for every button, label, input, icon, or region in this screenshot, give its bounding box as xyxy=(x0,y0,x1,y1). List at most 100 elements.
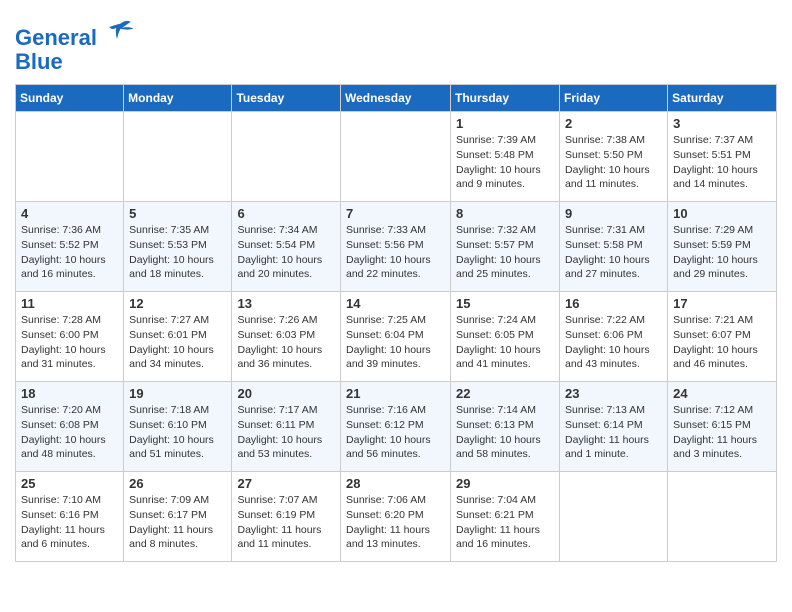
calendar-cell: 1 Sunrise: 7:39 AM Sunset: 5:48 PM Daylig… xyxy=(451,112,560,202)
day-number: 15 xyxy=(456,296,554,311)
day-info: Sunrise: 7:09 AM Sunset: 6:17 PM Dayligh… xyxy=(129,493,226,552)
calendar-cell: 27 Sunrise: 7:07 AM Sunset: 6:19 PM Dayli… xyxy=(232,472,341,562)
day-info: Sunrise: 7:31 AM Sunset: 5:58 PM Dayligh… xyxy=(565,223,662,282)
page-header: General Blue xyxy=(15,15,777,74)
calendar-cell xyxy=(668,472,777,562)
calendar-cell xyxy=(232,112,341,202)
calendar-cell: 12 Sunrise: 7:27 AM Sunset: 6:01 PM Dayli… xyxy=(124,292,232,382)
calendar-cell: 17Sunrise: 7:21 AM Sunset: 6:07 PM Dayli… xyxy=(668,292,777,382)
calendar-cell: 20 Sunrise: 7:17 AM Sunset: 6:11 PM Dayli… xyxy=(232,382,341,472)
day-number: 10 xyxy=(673,206,771,221)
calendar-cell: 23 Sunrise: 7:13 AM Sunset: 6:14 PM Dayli… xyxy=(560,382,668,472)
day-number: 1 xyxy=(456,116,554,131)
header-friday: Friday xyxy=(560,85,668,112)
day-number: 6 xyxy=(237,206,335,221)
logo: General Blue xyxy=(15,15,135,74)
day-info: Sunrise: 7:21 AM Sunset: 6:07 PM Dayligh… xyxy=(673,313,771,372)
day-info: Sunrise: 7:38 AM Sunset: 5:50 PM Dayligh… xyxy=(565,133,662,192)
calendar-cell: 10 Sunrise: 7:29 AM Sunset: 5:59 PM Dayli… xyxy=(668,202,777,292)
day-info: Sunrise: 7:18 AM Sunset: 6:10 PM Dayligh… xyxy=(129,403,226,462)
calendar-cell: 25 Sunrise: 7:10 AM Sunset: 6:16 PM Dayli… xyxy=(16,472,124,562)
day-info: Sunrise: 7:10 AM Sunset: 6:16 PM Dayligh… xyxy=(21,493,118,552)
day-info: Sunrise: 7:24 AM Sunset: 6:05 PM Dayligh… xyxy=(456,313,554,372)
day-info: Sunrise: 7:37 AM Sunset: 5:51 PM Dayligh… xyxy=(673,133,771,192)
day-number: 11 xyxy=(21,296,118,311)
day-info: Sunrise: 7:13 AM Sunset: 6:14 PM Dayligh… xyxy=(565,403,662,462)
day-number: 28 xyxy=(346,476,445,491)
header-saturday: Saturday xyxy=(668,85,777,112)
day-info: Sunrise: 7:22 AM Sunset: 6:06 PM Dayligh… xyxy=(565,313,662,372)
calendar-cell: 24 Sunrise: 7:12 AM Sunset: 6:15 PM Dayli… xyxy=(668,382,777,472)
calendar-cell xyxy=(16,112,124,202)
day-number: 5 xyxy=(129,206,226,221)
calendar-cell xyxy=(560,472,668,562)
day-number: 25 xyxy=(21,476,118,491)
header-monday: Monday xyxy=(124,85,232,112)
calendar-cell: 21Sunrise: 7:16 AM Sunset: 6:12 PM Dayli… xyxy=(341,382,451,472)
day-number: 2 xyxy=(565,116,662,131)
day-number: 22 xyxy=(456,386,554,401)
header-sunday: Sunday xyxy=(16,85,124,112)
calendar-cell: 2 Sunrise: 7:38 AM Sunset: 5:50 PM Daylig… xyxy=(560,112,668,202)
week-row-1: 1 Sunrise: 7:39 AM Sunset: 5:48 PM Daylig… xyxy=(16,112,777,202)
calendar-cell: 22 Sunrise: 7:14 AM Sunset: 6:13 PM Dayli… xyxy=(451,382,560,472)
day-info: Sunrise: 7:20 AM Sunset: 6:08 PM Dayligh… xyxy=(21,403,118,462)
week-row-5: 25 Sunrise: 7:10 AM Sunset: 6:16 PM Dayli… xyxy=(16,472,777,562)
day-info: Sunrise: 7:06 AM Sunset: 6:20 PM Dayligh… xyxy=(346,493,445,552)
calendar-cell: 28 Sunrise: 7:06 AM Sunset: 6:20 PM Dayli… xyxy=(341,472,451,562)
calendar-cell: 13 Sunrise: 7:26 AM Sunset: 6:03 PM Dayli… xyxy=(232,292,341,382)
day-number: 16 xyxy=(565,296,662,311)
calendar-cell: 29 Sunrise: 7:04 AM Sunset: 6:21 PM Dayli… xyxy=(451,472,560,562)
day-number: 27 xyxy=(237,476,335,491)
header-tuesday: Tuesday xyxy=(232,85,341,112)
week-row-3: 11 Sunrise: 7:28 AM Sunset: 6:00 PM Dayli… xyxy=(16,292,777,382)
day-info: Sunrise: 7:25 AM Sunset: 6:04 PM Dayligh… xyxy=(346,313,445,372)
day-info: Sunrise: 7:35 AM Sunset: 5:53 PM Dayligh… xyxy=(129,223,226,282)
calendar-cell: 26 Sunrise: 7:09 AM Sunset: 6:17 PM Dayli… xyxy=(124,472,232,562)
day-info: Sunrise: 7:28 AM Sunset: 6:00 PM Dayligh… xyxy=(21,313,118,372)
calendar-cell: 5 Sunrise: 7:35 AM Sunset: 5:53 PM Daylig… xyxy=(124,202,232,292)
day-info: Sunrise: 7:07 AM Sunset: 6:19 PM Dayligh… xyxy=(237,493,335,552)
day-number: 18 xyxy=(21,386,118,401)
day-number: 13 xyxy=(237,296,335,311)
day-number: 26 xyxy=(129,476,226,491)
calendar-cell: 18 Sunrise: 7:20 AM Sunset: 6:08 PM Dayli… xyxy=(16,382,124,472)
day-info: Sunrise: 7:29 AM Sunset: 5:59 PM Dayligh… xyxy=(673,223,771,282)
calendar-cell: 14Sunrise: 7:25 AM Sunset: 6:04 PM Dayli… xyxy=(341,292,451,382)
day-number: 20 xyxy=(237,386,335,401)
logo-blue: Blue xyxy=(15,49,63,74)
calendar-cell xyxy=(124,112,232,202)
calendar-cell: 3 Sunrise: 7:37 AM Sunset: 5:51 PM Daylig… xyxy=(668,112,777,202)
day-number: 21 xyxy=(346,386,445,401)
header-thursday: Thursday xyxy=(451,85,560,112)
day-number: 23 xyxy=(565,386,662,401)
week-row-4: 18 Sunrise: 7:20 AM Sunset: 6:08 PM Dayli… xyxy=(16,382,777,472)
calendar-cell: 16 Sunrise: 7:22 AM Sunset: 6:06 PM Dayli… xyxy=(560,292,668,382)
day-info: Sunrise: 7:32 AM Sunset: 5:57 PM Dayligh… xyxy=(456,223,554,282)
day-info: Sunrise: 7:14 AM Sunset: 6:13 PM Dayligh… xyxy=(456,403,554,462)
day-info: Sunrise: 7:33 AM Sunset: 5:56 PM Dayligh… xyxy=(346,223,445,282)
calendar-cell: 11 Sunrise: 7:28 AM Sunset: 6:00 PM Dayli… xyxy=(16,292,124,382)
day-info: Sunrise: 7:17 AM Sunset: 6:11 PM Dayligh… xyxy=(237,403,335,462)
day-info: Sunrise: 7:36 AM Sunset: 5:52 PM Dayligh… xyxy=(21,223,118,282)
day-info: Sunrise: 7:26 AM Sunset: 6:03 PM Dayligh… xyxy=(237,313,335,372)
calendar-cell xyxy=(341,112,451,202)
day-number: 29 xyxy=(456,476,554,491)
day-info: Sunrise: 7:12 AM Sunset: 6:15 PM Dayligh… xyxy=(673,403,771,462)
calendar-cell: 4 Sunrise: 7:36 AM Sunset: 5:52 PM Daylig… xyxy=(16,202,124,292)
calendar-cell: 6Sunrise: 7:34 AM Sunset: 5:54 PM Daylig… xyxy=(232,202,341,292)
day-number: 24 xyxy=(673,386,771,401)
day-info: Sunrise: 7:27 AM Sunset: 6:01 PM Dayligh… xyxy=(129,313,226,372)
calendar-header-row: SundayMondayTuesdayWednesdayThursdayFrid… xyxy=(16,85,777,112)
day-info: Sunrise: 7:39 AM Sunset: 5:48 PM Dayligh… xyxy=(456,133,554,192)
day-number: 3 xyxy=(673,116,771,131)
calendar-cell: 8 Sunrise: 7:32 AM Sunset: 5:57 PM Daylig… xyxy=(451,202,560,292)
day-info: Sunrise: 7:04 AM Sunset: 6:21 PM Dayligh… xyxy=(456,493,554,552)
day-number: 7 xyxy=(346,206,445,221)
calendar-cell: 15 Sunrise: 7:24 AM Sunset: 6:05 PM Dayli… xyxy=(451,292,560,382)
day-number: 4 xyxy=(21,206,118,221)
logo-general: General xyxy=(15,25,97,50)
day-number: 8 xyxy=(456,206,554,221)
logo-bird-icon xyxy=(105,15,135,45)
day-number: 12 xyxy=(129,296,226,311)
